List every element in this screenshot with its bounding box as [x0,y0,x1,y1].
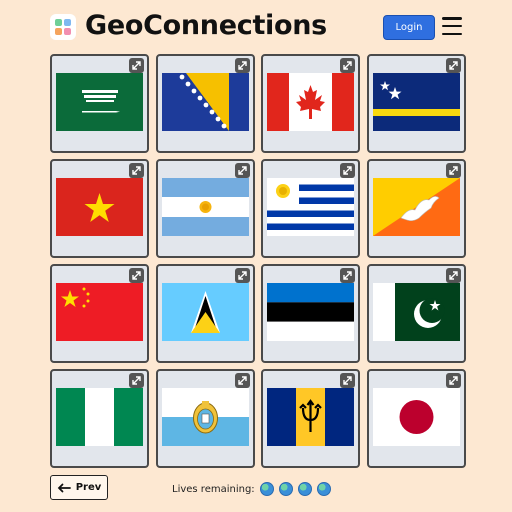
expand-arrows-icon[interactable] [446,58,461,73]
flag-card[interactable] [50,159,149,258]
flag-card[interactable] [367,159,466,258]
flag-estonia [267,283,354,341]
flag-saint-lucia [162,283,249,341]
flag-card[interactable] [156,369,255,468]
globe-icon [316,482,331,496]
expand-arrows-icon[interactable] [340,58,355,73]
flag-uruguay [267,178,354,236]
flag-pakistan [373,283,460,341]
hamburger-menu-icon[interactable] [442,17,462,35]
expand-arrows-icon[interactable] [129,373,144,388]
expand-arrows-icon[interactable] [340,163,355,178]
app-logo-icon [50,14,76,40]
flag-canada [267,73,354,131]
globe-icon [278,482,293,496]
expand-arrows-icon[interactable] [129,163,144,178]
expand-arrows-icon[interactable] [235,163,250,178]
expand-arrows-icon[interactable] [235,373,250,388]
flag-china [56,283,143,341]
expand-arrows-icon[interactable] [340,268,355,283]
prev-button[interactable]: Prev [50,475,108,500]
flag-grid [50,54,466,470]
flag-curacao [373,73,460,131]
lives-label: Lives remaining: [172,483,255,495]
flag-bosnia-and-herzegovina [162,73,249,131]
expand-arrows-icon[interactable] [446,373,461,388]
flag-card[interactable] [261,369,360,468]
flag-card[interactable] [156,264,255,363]
expand-arrows-icon[interactable] [129,268,144,283]
flag-card[interactable] [367,54,466,153]
header: GeoConnections Login [0,0,512,50]
globe-icon [297,482,312,496]
flag-card[interactable] [156,54,255,153]
flag-san-marino [162,388,249,446]
flag-card[interactable] [261,159,360,258]
flag-card[interactable] [261,264,360,363]
flag-card[interactable] [261,54,360,153]
globe-icon [259,482,274,496]
arrow-left-icon [57,483,71,492]
flag-bhutan [373,178,460,236]
expand-arrows-icon[interactable] [446,163,461,178]
login-button[interactable]: Login [383,15,435,40]
flag-barbados [267,388,354,446]
expand-arrows-icon[interactable] [235,268,250,283]
flag-card[interactable] [50,54,149,153]
flag-argentina [162,178,249,236]
flag-card[interactable] [50,264,149,363]
flag-japan [373,388,460,446]
page-title: GeoConnections [85,10,327,41]
flag-vietnam [56,178,143,236]
flag-card[interactable] [50,369,149,468]
flag-card[interactable] [156,159,255,258]
expand-arrows-icon[interactable] [340,373,355,388]
prev-label: Prev [75,482,102,493]
flag-card[interactable] [367,264,466,363]
expand-arrows-icon[interactable] [235,58,250,73]
expand-arrows-icon[interactable] [446,268,461,283]
expand-arrows-icon[interactable] [129,58,144,73]
flag-card[interactable] [367,369,466,468]
flag-nigeria [56,388,143,446]
flag-saudi-arabia [56,73,143,131]
lives-remaining: Lives remaining: [172,480,331,498]
